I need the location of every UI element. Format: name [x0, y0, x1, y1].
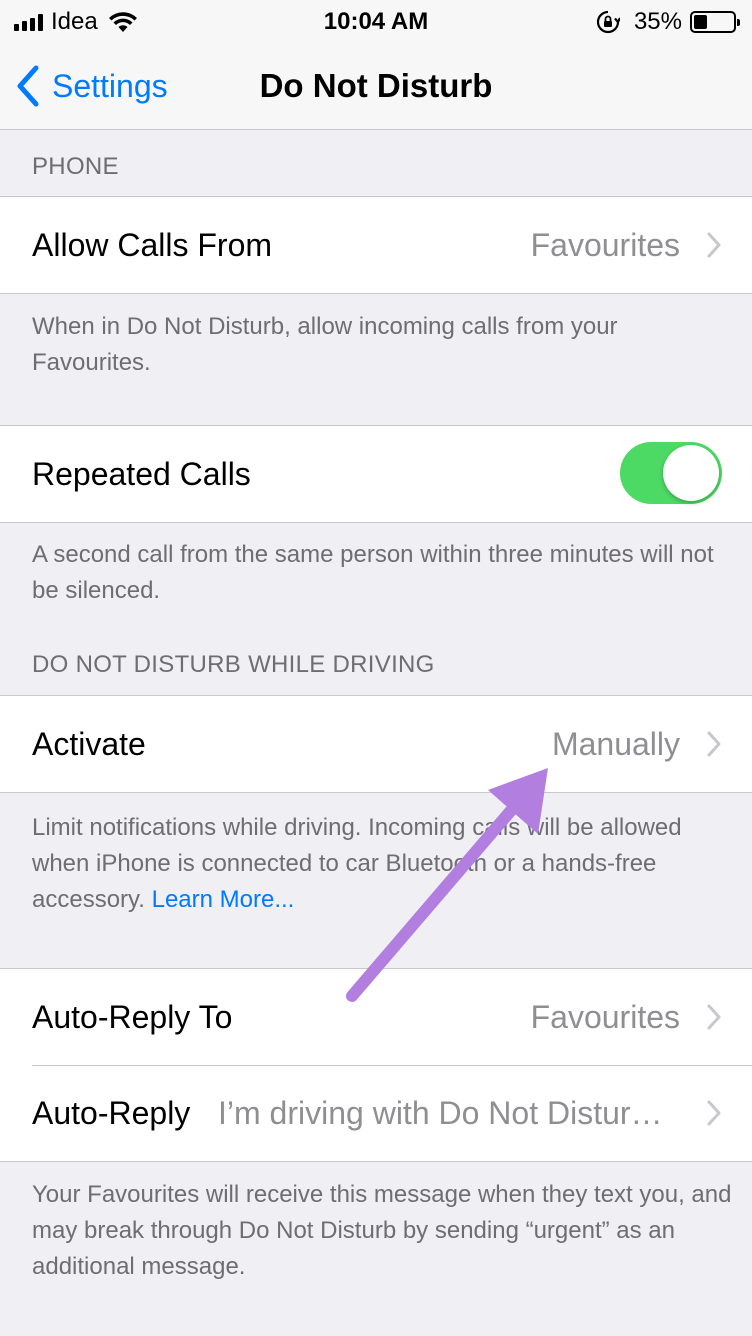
activate-footer: Limit notifications while driving. Incom… — [32, 810, 732, 918]
allow-calls-footer: When in Do Not Disturb, allow incoming c… — [32, 313, 618, 376]
activate-footer-text: Limit notifications while driving. Incom… — [32, 814, 682, 913]
allow-calls-from-value: Favourites — [530, 227, 680, 263]
activate-value: Manually — [551, 726, 680, 762]
nav-bar: Settings Do Not Disturb — [0, 44, 752, 130]
section-header-phone: PHONE — [32, 153, 119, 180]
auto-reply-footer: Your Favourites will receive this messag… — [32, 1181, 732, 1280]
rotation-lock-icon — [596, 10, 620, 34]
battery-percent: 35% — [633, 8, 682, 35]
chevron-right-icon — [707, 1004, 721, 1030]
chevron-right-icon — [707, 1100, 721, 1126]
repeated-calls-footer: A second call from the same person withi… — [32, 541, 714, 604]
allow-calls-from-label: Allow Calls From — [32, 227, 273, 263]
auto-reply-row[interactable]: Auto-Reply I’m driving with Do Not Distu… — [0, 1065, 752, 1161]
chevron-right-icon — [707, 232, 721, 258]
activate-row[interactable]: Activate Manually — [0, 696, 752, 792]
repeated-calls-toggle[interactable] — [620, 442, 722, 504]
auto-reply-to-value: Favourites — [530, 999, 680, 1035]
screen: Idea 10:04 AM 35% Settings Do Not Distur… — [0, 0, 752, 1336]
battery-icon — [690, 11, 740, 33]
group-activate: Activate Manually — [0, 695, 752, 793]
status-right: 35% — [596, 8, 740, 36]
auto-reply-value: I’m driving with Do Not Disturb While Dr… — [218, 1095, 680, 1131]
learn-more-link[interactable]: Learn More... — [152, 886, 295, 913]
auto-reply-label: Auto-Reply — [32, 1095, 191, 1131]
toggle-knob — [663, 445, 719, 501]
activate-label: Activate — [32, 726, 146, 762]
group-repeated-calls: Repeated Calls — [0, 425, 752, 523]
auto-reply-to-label: Auto-Reply To — [32, 999, 233, 1035]
group-auto-reply: Auto-Reply To Favourites Auto-Reply I’m … — [0, 968, 752, 1162]
group-allow-calls: Allow Calls From Favourites — [0, 196, 752, 294]
allow-calls-from-row[interactable]: Allow Calls From Favourites — [0, 197, 752, 293]
page-title: Do Not Disturb — [259, 67, 493, 104]
auto-reply-to-row[interactable]: Auto-Reply To Favourites — [0, 969, 752, 1065]
repeated-calls-row: Repeated Calls — [0, 426, 752, 522]
chevron-right-icon — [707, 731, 721, 757]
repeated-calls-label: Repeated Calls — [32, 456, 251, 492]
status-bar: Idea 10:04 AM 35% — [0, 0, 752, 44]
section-header-driving: DO NOT DISTURB WHILE DRIVING — [32, 651, 435, 678]
